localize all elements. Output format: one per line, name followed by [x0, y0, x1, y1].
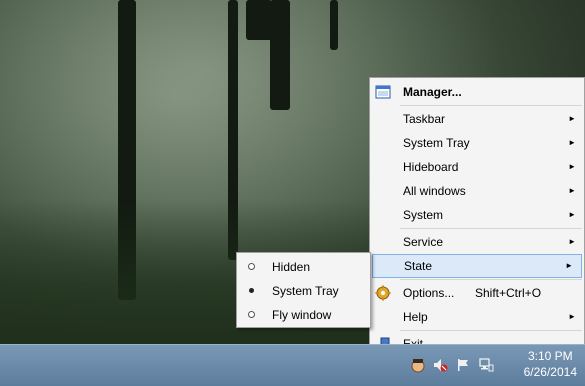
state-option-hidden[interactable]: Hidden: [237, 255, 370, 279]
menu-item-label: Taskbar: [403, 112, 446, 126]
menu-item-taskbar[interactable]: Taskbar ►: [370, 107, 584, 131]
tray-context-menu: Manager... Taskbar ► System Tray ► Hideb…: [369, 77, 585, 357]
menu-separator: [400, 228, 582, 229]
menu-item-help[interactable]: Help ►: [370, 305, 584, 329]
menu-item-service[interactable]: Service ►: [370, 230, 584, 254]
radio-empty-icon: [248, 263, 255, 270]
app-tray-icon[interactable]: [410, 357, 426, 373]
window-manager-icon: [375, 85, 391, 99]
flag-icon[interactable]: [455, 357, 471, 373]
submenu-arrow-icon: ►: [568, 138, 576, 147]
submenu-arrow-icon: ►: [568, 312, 576, 321]
menu-item-label: Manager...: [403, 85, 462, 99]
menu-separator: [400, 105, 582, 106]
network-icon[interactable]: [478, 357, 494, 373]
menu-item-system-tray[interactable]: System Tray ►: [370, 131, 584, 155]
state-option-fly-window[interactable]: Fly window: [237, 303, 370, 327]
menu-item-label: System: [403, 208, 444, 222]
menu-item-label: Hidden: [272, 260, 311, 274]
menu-item-shortcut: Shift+Ctrl+O: [475, 286, 542, 300]
menu-item-label: State: [404, 259, 433, 273]
radio-empty-icon: [248, 311, 255, 318]
submenu-arrow-icon: ►: [568, 186, 576, 195]
radio-selected-icon: [249, 288, 254, 293]
menu-item-label: System Tray: [403, 136, 470, 150]
submenu-arrow-icon: ►: [565, 261, 573, 270]
menu-item-label: All windows: [403, 184, 466, 198]
menu-item-hideboard[interactable]: Hideboard ►: [370, 155, 584, 179]
menu-item-label: Hideboard: [403, 160, 459, 174]
menu-separator: [400, 330, 582, 331]
state-option-system-tray[interactable]: System Tray: [237, 279, 370, 303]
menu-item-system[interactable]: System ►: [370, 203, 584, 227]
menu-item-label: Service: [403, 235, 444, 249]
menu-item-options[interactable]: Options... Shift+Ctrl+O: [370, 281, 584, 305]
submenu-arrow-icon: ►: [568, 237, 576, 246]
tree-trunk: [246, 0, 272, 40]
submenu-arrow-icon: ►: [568, 114, 576, 123]
submenu-arrow-icon: ►: [568, 162, 576, 171]
tree-trunk: [330, 0, 338, 50]
tree-trunk: [270, 0, 290, 110]
menu-item-all-windows[interactable]: All windows ►: [370, 179, 584, 203]
clock-time: 3:10 PM: [527, 349, 573, 363]
submenu-arrow-icon: ►: [568, 210, 576, 219]
mute-icon[interactable]: [432, 357, 448, 373]
menu-item-label: Help: [403, 310, 428, 324]
menu-item-label: Options...: [403, 286, 455, 300]
menu-item-manager[interactable]: Manager...: [370, 80, 584, 104]
menu-item-label: Fly window: [272, 308, 332, 322]
taskbar-clock[interactable]: 3:10 PM 6/26/2014: [524, 348, 577, 380]
menu-item-state[interactable]: State ►: [372, 254, 582, 278]
taskbar: 3:10 PM 6/26/2014: [0, 344, 585, 386]
menu-item-label: System Tray: [272, 284, 339, 298]
state-submenu: Hidden System Tray Fly window: [236, 252, 371, 328]
clock-date: 6/26/2014: [523, 365, 577, 379]
gear-icon: [375, 285, 391, 301]
menu-separator: [400, 279, 582, 280]
